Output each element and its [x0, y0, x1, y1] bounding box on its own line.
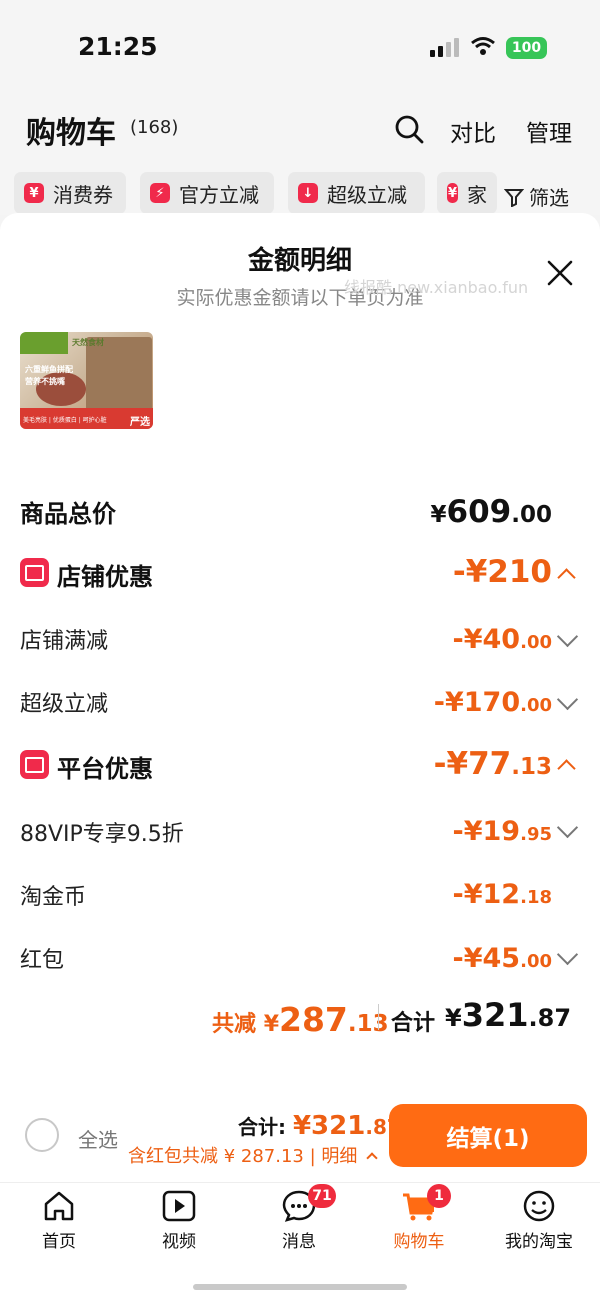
- coupon-icon: ¥: [447, 183, 458, 203]
- filter-chip-super-cut[interactable]: ↓ 超级立减: [288, 172, 425, 214]
- filter-icon: [504, 188, 524, 207]
- platform-discount-label: 平台优惠: [57, 755, 153, 783]
- product-thumbnail[interactable]: 天然食材 六重鲜鱼拼配 营养不挑嘴 美毛亮肤 | 优质蛋白 | 呵护心脏 严选: [20, 332, 153, 429]
- summary-total-value: ¥321.87: [445, 996, 572, 1034]
- tab-cart[interactable]: 购物车: [369, 1188, 469, 1252]
- cellular-signal-icon: [430, 38, 459, 57]
- total-price-value: ¥609.00: [430, 494, 552, 530]
- platform-discount-value: -¥77.13: [433, 746, 552, 782]
- summary-divider: [378, 1004, 379, 1030]
- filter-chip-home[interactable]: ¥ 家: [437, 172, 497, 214]
- home-indicator: [193, 1284, 407, 1290]
- chevron-up-icon: [366, 1152, 378, 1164]
- filter-chip-official-cut[interactable]: ⚡ 官方立减: [140, 172, 274, 214]
- red-packet-label: 红包: [20, 948, 65, 973]
- page-title: 购物车: [26, 116, 116, 151]
- tab-profile[interactable]: 我的淘宝: [489, 1188, 589, 1252]
- platform-coupon-icon: [20, 750, 49, 779]
- cart-count: (168): [130, 117, 179, 138]
- select-all-checkbox[interactable]: [25, 1118, 59, 1152]
- video-icon: [129, 1188, 229, 1224]
- home-icon: [9, 1188, 109, 1224]
- shop-full-reduction-value: -¥40.00: [452, 624, 552, 655]
- search-icon[interactable]: [394, 114, 424, 144]
- tab-video[interactable]: 视频: [129, 1188, 229, 1252]
- bottom-total: 合计: ¥321.87: [238, 1111, 401, 1141]
- watermark: 线报酷 new.xianbao.fun: [344, 278, 529, 297]
- vip-discount-label: 88VIP专享9.5折: [20, 822, 184, 847]
- select-all-label[interactable]: 全选: [78, 1124, 118, 1153]
- wifi-icon: [471, 37, 495, 55]
- status-time: 21:25: [78, 32, 158, 61]
- coupon-icon: ¥: [24, 183, 44, 203]
- message-badge: 71: [308, 1184, 336, 1208]
- filter-button[interactable]: 筛选: [504, 182, 569, 211]
- arrow-down-icon: ↓: [298, 183, 318, 203]
- tab-home[interactable]: 首页: [9, 1188, 109, 1252]
- super-cut-label: 超级立减: [20, 692, 109, 717]
- battery-icon: 100: [506, 37, 547, 59]
- lightning-icon: ⚡: [150, 183, 170, 203]
- profile-icon: [489, 1188, 589, 1224]
- manage-button[interactable]: 管理: [526, 114, 572, 148]
- shop-discount-value: -¥210: [452, 554, 552, 590]
- sheet-title: 金额明细: [247, 246, 352, 276]
- cart-badge: 1: [427, 1184, 451, 1208]
- taojin-coin-label: 淘金币: [20, 885, 87, 910]
- close-icon[interactable]: [545, 258, 575, 288]
- compare-button[interactable]: 对比: [450, 114, 496, 148]
- vip-discount-value: -¥19.95: [452, 816, 552, 847]
- cart-icon: [369, 1188, 469, 1224]
- detail-link[interactable]: 含红包共减 ¥ 287.13 | 明细: [128, 1142, 378, 1168]
- shop-icon: [20, 558, 49, 587]
- filter-chip-coupon[interactable]: ¥ 消费券: [14, 172, 126, 214]
- super-cut-value: -¥170.00: [433, 687, 552, 718]
- taojin-coin-value: -¥12.18: [452, 879, 552, 910]
- product-bag: [86, 337, 152, 411]
- product-brand-label: [20, 332, 68, 354]
- checkout-button[interactable]: 结算(1): [389, 1104, 587, 1167]
- red-packet-value: -¥45.00: [452, 943, 552, 974]
- total-price-label: 商品总价: [20, 500, 116, 528]
- total-saved: 共减 ¥287.13: [212, 1000, 389, 1039]
- shop-full-reduction-label: 店铺满减: [20, 629, 109, 654]
- summary-total-label: 合计: [391, 1011, 436, 1036]
- shop-discount-label: 店铺优惠: [57, 563, 153, 591]
